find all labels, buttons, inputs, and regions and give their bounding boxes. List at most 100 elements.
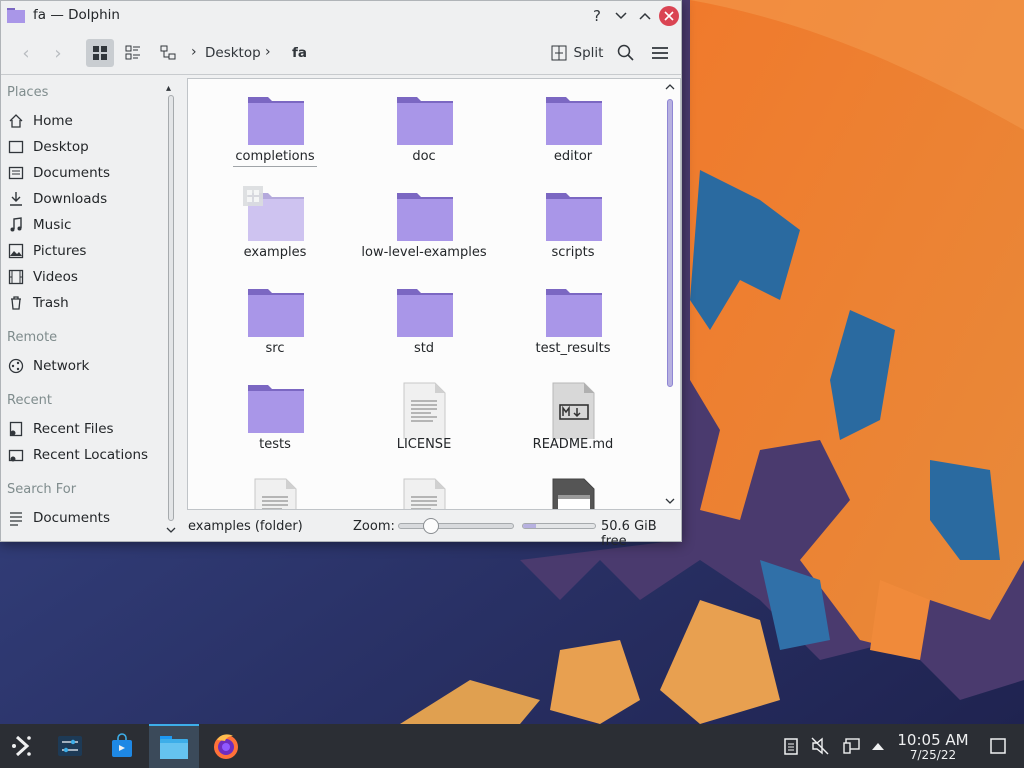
- file-name-text: src: [265, 341, 285, 356]
- markdown-file-icon: [544, 381, 604, 442]
- folder-item[interactable]: doc: [349, 79, 499, 171]
- compact-view-button[interactable]: [119, 39, 147, 67]
- sidebar-scroll-thumb[interactable]: [168, 95, 174, 521]
- split-button[interactable]: Split: [547, 39, 607, 67]
- folder-app-icon: [7, 8, 25, 23]
- sidebar-item-label: Music: [33, 217, 72, 233]
- sidebar-item-label: Network: [33, 358, 90, 374]
- file-name-text: examples: [243, 245, 307, 260]
- sidebar-item-label: Videos: [33, 269, 78, 285]
- clipboard-tray-button[interactable]: [780, 724, 802, 768]
- sidebar-item-label: Recent Files: [33, 421, 114, 437]
- breadcrumb-desktop[interactable]: Desktop: [205, 45, 261, 61]
- show-desktop-button[interactable]: [984, 724, 1012, 768]
- close-button[interactable]: [659, 6, 679, 26]
- minimize-button[interactable]: [611, 6, 631, 26]
- discover-store-icon: [112, 733, 132, 757]
- file-name: src: [200, 341, 350, 356]
- file-item[interactable]: [498, 463, 648, 509]
- zoom-slider[interactable]: [398, 518, 514, 534]
- folder-item[interactable]: tests: [200, 367, 350, 459]
- folder-item[interactable]: editor: [498, 79, 648, 171]
- file-name: completions: [200, 149, 350, 167]
- breadcrumb-fa[interactable]: fa: [292, 45, 307, 61]
- folder-item[interactable]: low-level-examples: [349, 175, 499, 267]
- clock-time[interactable]: 10:05 AM: [893, 731, 973, 749]
- folder-item[interactable]: src: [200, 271, 350, 363]
- sidebar-item-recent-files[interactable]: Recent Files: [7, 417, 167, 441]
- sidebar-item-home[interactable]: Home: [7, 109, 167, 133]
- text-file-icon: [395, 381, 455, 442]
- free-space-text: 50.6 GiB free: [601, 519, 657, 549]
- folder-item[interactable]: std: [349, 271, 499, 363]
- show-hidden-tray-button[interactable]: [868, 724, 888, 768]
- file-item[interactable]: LICENSE: [349, 367, 499, 459]
- arrow-up-icon: [872, 743, 884, 750]
- dolphin-window: fa — Dolphin ? ‹ › › Desktop › fa Split …: [0, 0, 682, 549]
- help-icon: ?: [593, 7, 601, 25]
- folder-item[interactable]: examples: [200, 175, 350, 267]
- section-title-remote: Remote: [7, 330, 58, 345]
- sidebar-item-network[interactable]: Network: [7, 354, 167, 378]
- sidebar-item-label: Documents: [33, 165, 110, 181]
- volume-tray-button[interactable]: [808, 724, 832, 768]
- folder-icon: [246, 93, 306, 147]
- sidebar-item-music[interactable]: Music: [7, 213, 167, 237]
- scroll-down-icon: [665, 498, 675, 504]
- file-view-scrollbar[interactable]: [663, 81, 677, 509]
- sidebar-item-label: Trash: [33, 295, 69, 311]
- file-item[interactable]: [200, 463, 350, 509]
- folder-item[interactable]: scripts: [498, 175, 648, 267]
- network-tray-button[interactable]: [840, 724, 864, 768]
- sidebar-item-recent-locations[interactable]: Recent Locations: [7, 443, 167, 467]
- sidebar-item-search-documents[interactable]: Documents: [7, 506, 167, 530]
- icons-view-button[interactable]: [86, 39, 114, 67]
- sidebar-item-documents[interactable]: Documents: [7, 161, 167, 185]
- scroll-up-icon: ▴: [166, 83, 172, 94]
- title-bar[interactable]: fa — Dolphin ?: [1, 1, 681, 31]
- search-button[interactable]: [613, 39, 639, 67]
- firefox-button[interactable]: [206, 724, 246, 768]
- help-button[interactable]: ?: [587, 6, 607, 26]
- file-name: scripts: [498, 245, 648, 260]
- free-space-bar: [522, 523, 596, 529]
- folder-item[interactable]: test_results: [498, 271, 648, 363]
- sidebar-item-pictures[interactable]: Pictures: [7, 239, 167, 263]
- sidebar-item-downloads[interactable]: Downloads: [7, 187, 167, 211]
- system-settings-button[interactable]: [50, 724, 90, 768]
- file-item[interactable]: README.md: [498, 367, 648, 459]
- videos-icon: [7, 268, 25, 286]
- status-bar: examples (folder) Zoom: 50.6 GiB free: [187, 513, 681, 549]
- forward-button[interactable]: ›: [45, 39, 71, 67]
- section-title-recent: Recent: [7, 393, 52, 408]
- back-arrow-icon: ‹: [22, 42, 30, 64]
- application-launcher-button[interactable]: [4, 724, 40, 768]
- file-item[interactable]: [349, 463, 499, 509]
- folder-icon: [246, 381, 306, 435]
- discover-button[interactable]: [102, 724, 142, 768]
- sidebar-item-trash[interactable]: Trash: [7, 291, 167, 315]
- zoom-slider-handle[interactable]: [423, 518, 440, 534]
- folder-icon: [395, 285, 455, 339]
- menu-button[interactable]: [647, 39, 673, 67]
- back-button[interactable]: ‹: [13, 39, 39, 67]
- sidebar-scrollbar[interactable]: ▴: [165, 83, 177, 543]
- network-wired-icon: [843, 738, 860, 754]
- file-view-scroll-thumb[interactable]: [667, 99, 673, 387]
- folder-item[interactable]: completions: [200, 79, 350, 171]
- maximize-button[interactable]: [635, 6, 655, 26]
- sidebar-item-desktop[interactable]: Desktop: [7, 135, 167, 159]
- zoom-label: Zoom:: [353, 519, 395, 534]
- folder-icon: [544, 189, 604, 243]
- file-name-text: test_results: [535, 341, 611, 356]
- details-view-button[interactable]: [154, 39, 182, 67]
- file-view[interactable]: completions doc editor examples low-level-ex…: [187, 78, 681, 510]
- dolphin-task-button[interactable]: [149, 724, 199, 768]
- folder-icon: [544, 93, 604, 147]
- sidebar-item-label: Recent Locations: [33, 447, 149, 463]
- sidebar-item-videos[interactable]: Videos: [7, 265, 167, 289]
- minimize-icon: [615, 12, 627, 20]
- clock-date[interactable]: 7/25/22: [893, 748, 973, 762]
- sidebar-item-label: Home: [33, 113, 73, 129]
- folder-icon: [246, 285, 306, 339]
